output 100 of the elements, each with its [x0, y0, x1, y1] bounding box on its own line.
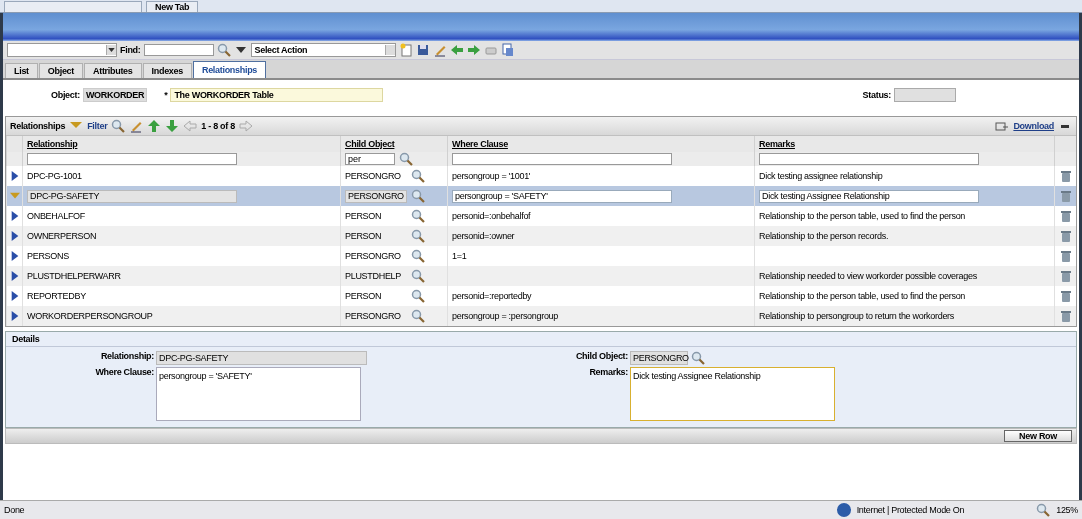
search-icon[interactable] — [411, 269, 425, 283]
trash-icon[interactable] — [1059, 229, 1073, 243]
where-clause-label: Where Clause: — [94, 367, 155, 379]
table-cell: Relationship needed to view workorder possible coverages — [759, 271, 977, 281]
where-clause-field[interactable]: persongroup = 'SAFETY' — [156, 367, 361, 421]
app-dropdown[interactable] — [7, 43, 117, 57]
table-cell: PLUSTDHELPERWARR — [27, 271, 121, 281]
tab[interactable]: Indexes — [142, 63, 192, 78]
status-field[interactable] — [894, 88, 956, 102]
pencil-icon[interactable] — [129, 119, 144, 133]
trash-icon[interactable] — [1059, 249, 1073, 263]
new-document-icon[interactable] — [398, 43, 413, 57]
tab[interactable]: Object — [38, 63, 84, 78]
search-icon[interactable] — [411, 229, 425, 243]
pencil-icon[interactable] — [432, 43, 447, 57]
zoom-icon[interactable] — [1036, 503, 1051, 517]
tab[interactable]: Attributes — [84, 63, 142, 78]
search-icon[interactable] — [411, 309, 425, 323]
trash-icon[interactable] — [1059, 189, 1073, 203]
pager-text: 1 - 8 of 8 — [201, 121, 235, 131]
table-cell: OWNERPERSON — [27, 231, 97, 241]
details-title: Details — [6, 332, 1076, 347]
table-cell: DPC-PG-1001 — [27, 171, 82, 181]
search-icon[interactable] — [411, 189, 425, 203]
table-cell: personid=:owner — [452, 231, 515, 241]
select-action-dropdown[interactable]: Select Action — [250, 43, 396, 57]
browser-tab[interactable] — [4, 1, 142, 12]
status-label: Status: — [862, 90, 891, 100]
table-cell: REPORTEDBY — [27, 291, 86, 301]
search-icon[interactable] — [216, 43, 231, 57]
expand-arrow-icon[interactable] — [9, 311, 20, 321]
tab[interactable]: List — [5, 63, 38, 78]
table-cell-text: PLUSTDHELP — [345, 271, 403, 281]
expand-arrow-icon[interactable] — [9, 291, 20, 301]
trash-icon[interactable] — [1059, 209, 1073, 223]
expand-arrow-icon[interactable] — [9, 271, 20, 281]
caret-icon — [107, 45, 116, 55]
download-link[interactable]: Download — [1013, 121, 1054, 131]
zoom-level[interactable]: 125% — [1056, 505, 1078, 515]
table-row[interactable]: PLUSTDHELPERWARR PLUSTDHELP Relationship needed to view workorder possible coverages — [6, 266, 1076, 286]
table-row[interactable]: OWNERPERSON PERSON personid=:owner Relationship to the person records. — [6, 226, 1076, 246]
trash-icon[interactable] — [1059, 309, 1073, 323]
arrow-down-icon[interactable] — [165, 119, 180, 133]
search-icon[interactable] — [399, 152, 413, 166]
copy-document-icon[interactable] — [500, 43, 515, 57]
row-field[interactable]: persongroup = 'SAFETY' — [452, 189, 672, 203]
expand-arrow-icon[interactable] — [9, 171, 20, 181]
filter-field[interactable] — [27, 153, 237, 165]
table-cell: Dick testing assignee relationship — [759, 171, 883, 181]
row-field[interactable]: Dick testing Assignee Relationship — [759, 189, 979, 203]
filter-field[interactable]: per — [345, 153, 395, 165]
remarks-field[interactable]: Dick testing Assignee Relationship — [630, 367, 835, 421]
filter-field[interactable] — [452, 153, 672, 165]
search-icon[interactable] — [411, 249, 425, 263]
table-cell: Relationship to the person table, used to find the person — [759, 291, 966, 301]
save-icon[interactable] — [415, 43, 430, 57]
arrow-left-icon[interactable] — [449, 43, 464, 57]
search-icon[interactable] — [111, 119, 126, 133]
table-cell-text: PERSON — [345, 291, 383, 301]
object-field[interactable]: WORKORDER — [82, 88, 148, 102]
table-cell: persongroup = :persongroup — [452, 311, 559, 321]
row-field[interactable]: PERSONGRO — [345, 189, 407, 203]
expand-arrow-icon[interactable] — [9, 251, 20, 261]
table-row[interactable]: DPC-PG-SAFETY PERSONGRO persongroup = 'SAFETY' Dick testing Assignee Relationship — [6, 186, 1076, 206]
table-cell-text: PERSON — [345, 231, 383, 241]
table-cell: 1=1 — [452, 251, 467, 261]
table-cell: Relationship to the person table, used to find the person — [759, 211, 966, 221]
trash-icon[interactable] — [1059, 289, 1073, 303]
trash-icon[interactable] — [1059, 169, 1073, 183]
trash-icon[interactable] — [1059, 269, 1073, 283]
filter-field[interactable] — [759, 153, 979, 165]
search-icon[interactable] — [411, 209, 425, 223]
find-field[interactable] — [143, 44, 214, 56]
child-object-field[interactable]: PERSONGRO — [630, 351, 688, 365]
security-zone-text: Internet | Protected Mode On — [856, 505, 965, 515]
find-label: Find: — [120, 45, 141, 55]
search-icon[interactable] — [691, 351, 705, 365]
table-title: Relationships — [10, 121, 66, 131]
relationship-field[interactable]: DPC-PG-SAFETY — [156, 351, 367, 365]
remarks-label: Remarks: — [588, 367, 629, 379]
table-row[interactable]: WORKORDERPERSONGROUP PERSONGRO persongroup = :persongroup Relationship to persongroup to return the workorders — [6, 306, 1076, 326]
table-cell: PERSONS — [27, 251, 69, 261]
table-cell: WORKORDERPERSONGROUP — [27, 311, 153, 321]
browser-tab[interactable]: New Tab — [146, 1, 199, 12]
arrow-right-icon[interactable] — [466, 43, 481, 57]
object-label: Object: — [51, 90, 80, 100]
search-icon[interactable] — [411, 289, 425, 303]
description-field[interactable]: The WORKORDER Table — [170, 88, 384, 102]
search-icon[interactable] — [411, 169, 425, 183]
row-field[interactable]: DPC-PG-SAFETY — [27, 189, 237, 203]
table-cell: persongroup = '1001' — [452, 171, 531, 181]
globe-icon — [836, 503, 851, 517]
expand-arrow-icon[interactable] — [9, 211, 20, 221]
required-mark: * — [164, 90, 168, 100]
filter-link[interactable]: Filter — [87, 121, 108, 131]
new-row-button[interactable]: New Row — [1004, 430, 1072, 442]
expand-arrow-icon[interactable] — [9, 231, 20, 241]
tab[interactable]: Relationships — [192, 61, 267, 78]
table-cell: personid=:reportedby — [452, 291, 532, 301]
arrow-up-icon[interactable] — [147, 119, 162, 133]
